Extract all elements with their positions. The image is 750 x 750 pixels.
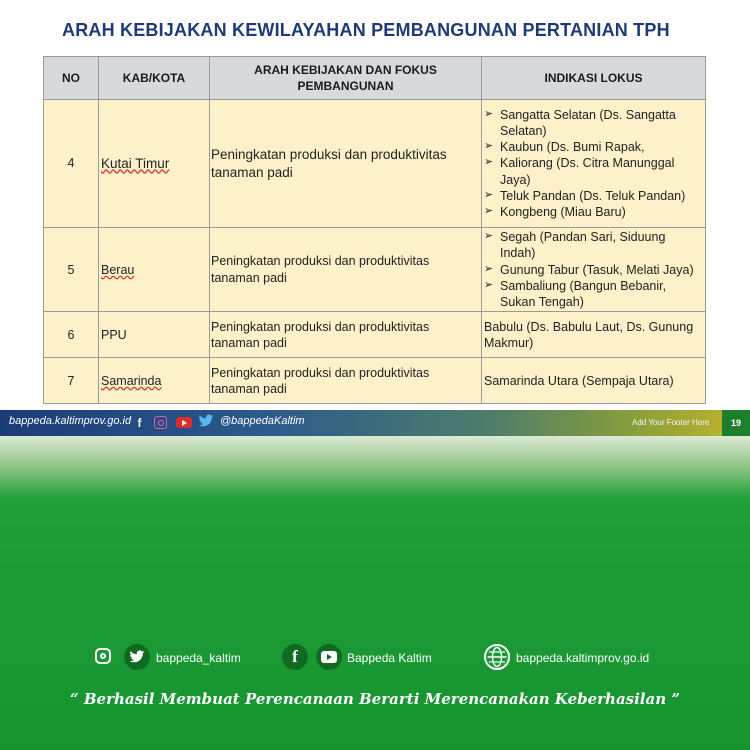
youtube-icon[interactable] [176, 417, 192, 428]
row-lokus-text: Babulu (Ds. Babulu Laut, Ds. Gunung Makm… [484, 319, 694, 350]
row-fokus-text: Peningkatan produksi dan produktivitas t… [211, 319, 430, 350]
lokus-item: Sangatta Selatan (Ds. Sangatta Selatan) [484, 107, 704, 140]
twitter-icon[interactable] [198, 413, 214, 429]
row-kab-kota: Samarinda [98, 357, 210, 405]
lokus-item: Teluk Pandan (Ds. Teluk Pandan) [484, 188, 704, 204]
row-kab-text: Samarinda [101, 373, 162, 388]
row-fokus-text: Peningkatan produksi dan produktivitas t… [211, 365, 430, 396]
row-fokus: Peningkatan produksi dan produktivitas t… [209, 99, 482, 228]
page-title: ARAH KEBIJAKAN KEWILAYAHAN PEMBANGUNAN P… [62, 20, 670, 40]
website-label[interactable]: bappeda.kaltimprov.go.id [516, 651, 649, 665]
row-no: 4 [43, 99, 99, 228]
lokus-item: Kaubun (Ds. Bumi Rapak, [484, 139, 704, 155]
social-links-row: bappeda_kaltim f Bappeda Kaltim bappeda.… [0, 644, 750, 674]
table-row: 4 Kutai Timur Peningkatan produksi dan p… [43, 99, 706, 228]
policy-table: NO KAB/KOTA ARAH KEBIJAKAN DAN FOKUS PEM… [43, 56, 706, 405]
table-header-row: NO KAB/KOTA ARAH KEBIJAKAN DAN FOKUS PEM… [43, 56, 706, 100]
facebook-icon[interactable]: f [282, 644, 308, 670]
facebook-youtube-label[interactable]: Bappeda Kaltim [347, 651, 432, 665]
row-no-text: 7 [67, 373, 75, 388]
row-kab-kota: Berau [98, 226, 210, 313]
row-lokus: Babulu (Ds. Babulu Laut, Ds. Gunung Makm… [481, 311, 706, 359]
instagram-icon[interactable] [91, 644, 117, 670]
lokus-list: Segah (Pandan Sari, Siduung Indah) Gunun… [484, 229, 704, 310]
row-lokus-text: Samarinda Utara (Sempaja Utara) [484, 373, 674, 388]
lokus-item: Sambaliung (Bangun Bebanir, Sukan Tengah… [484, 278, 704, 311]
table-row: 5 Berau Peningkatan produksi dan produkt… [43, 226, 706, 313]
row-kab-text: Kutai Timur [101, 155, 170, 171]
footer-placeholder-text: Add Your Footer Here [632, 418, 710, 427]
row-fokus-text: Peningkatan produksi dan produktivitas t… [211, 146, 447, 180]
row-no: 6 [43, 311, 99, 359]
slide-footer-bar: bappeda.kaltimprov.go.id f @bappedaKalti… [0, 410, 750, 436]
row-lokus: Segah (Pandan Sari, Siduung Indah) Gunun… [481, 226, 706, 313]
table-row: 6 PPU Peningkatan produksi dan produktiv… [43, 311, 706, 359]
header-arah-kebijakan: ARAH KEBIJAKAN DAN FOKUS PEMBANGUNAN [209, 56, 482, 100]
row-lokus: Samarinda Utara (Sempaja Utara) [481, 357, 706, 405]
slide: ARAH KEBIJAKAN KEWILAYAHAN PEMBANGUNAN P… [0, 0, 750, 410]
row-kab-kota: Kutai Timur [98, 99, 210, 228]
twitter-handle-label[interactable]: bappeda_kaltim [156, 651, 241, 665]
facebook-icon[interactable]: f [134, 416, 145, 430]
lokus-item: Kaliorang (Ds. Citra Manunggal Jaya) [484, 155, 704, 188]
table-row: 7 Samarinda Peningkatan produksi dan pro… [43, 357, 706, 405]
row-no-text: 5 [67, 262, 75, 277]
footer-handle-text: @bappedaKaltim [220, 415, 305, 427]
row-lokus: Sangatta Selatan (Ds. Sangatta Selatan) … [481, 99, 706, 228]
row-no-text: 6 [67, 327, 75, 342]
lokus-item: Gunung Tabur (Tasuk, Melati Jaya) [484, 262, 704, 278]
lokus-list: Sangatta Selatan (Ds. Sangatta Selatan) … [484, 107, 704, 221]
youtube-icon[interactable] [316, 644, 342, 670]
motto-quote: “ Berhasil Membuat Perencanaan Berarti M… [70, 690, 680, 708]
row-no: 7 [43, 357, 99, 405]
globe-icon[interactable] [484, 644, 510, 670]
row-kab-text: PPU [101, 327, 127, 342]
lokus-item: Segah (Pandan Sari, Siduung Indah) [484, 229, 704, 262]
row-no: 5 [43, 226, 99, 313]
row-no-text: 4 [67, 156, 75, 171]
header-kab-kota: KAB/KOTA [98, 56, 210, 100]
row-kab-text: Berau [101, 262, 135, 277]
row-fokus: Peningkatan produksi dan produktivitas t… [209, 357, 482, 405]
header-no: NO [43, 56, 99, 100]
row-fokus-text: Peningkatan produksi dan produktivitas t… [211, 254, 430, 285]
lokus-item: Kongbeng (Miau Baru) [484, 204, 704, 220]
page-number: 19 [722, 410, 750, 436]
footer-site-text: bappeda.kaltimprov.go.id [9, 415, 132, 427]
row-fokus: Peningkatan produksi dan produktivitas t… [209, 226, 482, 313]
twitter-icon[interactable] [124, 644, 150, 670]
instagram-icon[interactable] [154, 416, 167, 429]
row-kab-kota: PPU [98, 311, 210, 359]
header-indikasi-lokus: INDIKASI LOKUS [481, 56, 706, 100]
row-fokus: Peningkatan produksi dan produktivitas t… [209, 311, 482, 359]
